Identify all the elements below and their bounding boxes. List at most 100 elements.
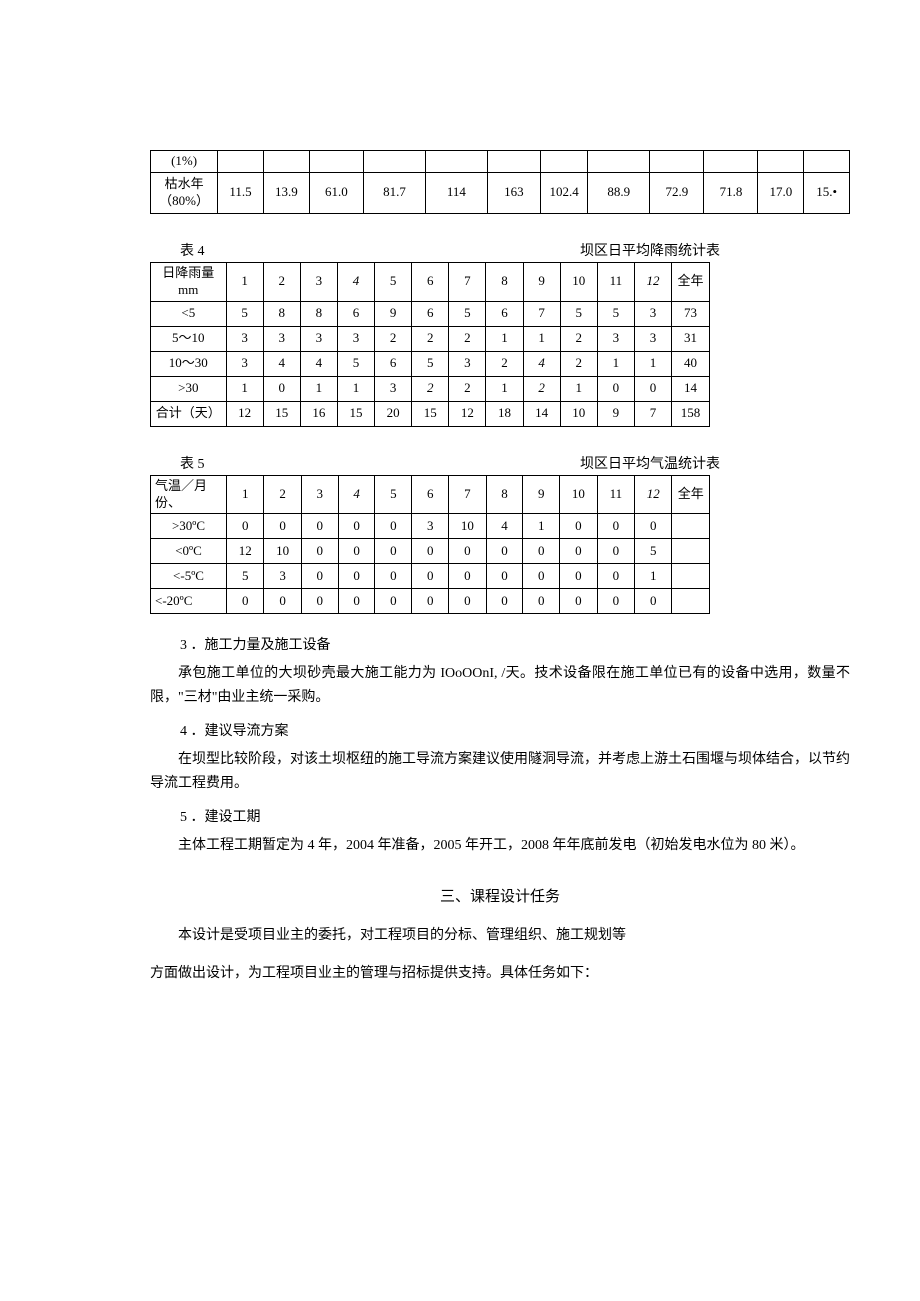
cell: 0	[301, 589, 338, 614]
cell: 5	[226, 301, 263, 326]
cell: 5	[560, 301, 597, 326]
cell: 1	[486, 376, 523, 401]
row-label: (1%)	[151, 151, 218, 173]
row-label: 枯水年（80%）	[151, 172, 218, 213]
cell: 16	[300, 401, 337, 426]
cell: 15	[412, 401, 449, 426]
header-label: 日降雨量mm	[151, 262, 227, 301]
row-label: 10～30	[151, 351, 227, 376]
cell: 5	[635, 539, 672, 564]
table-row: >30 10113221210014	[151, 376, 710, 401]
cell: 5	[412, 351, 449, 376]
cell: 81.7	[363, 172, 425, 213]
cell: 0	[338, 539, 375, 564]
month: 8	[486, 475, 523, 514]
cell: 0	[523, 589, 560, 614]
cell: 0	[597, 539, 634, 564]
cell	[804, 151, 850, 173]
cell: 0	[338, 589, 375, 614]
section-5-heading: 5 ．建设工期	[180, 806, 860, 826]
month: 8	[486, 262, 523, 301]
water-year-table: (1%) 枯水年（80%） 11.5 13.9 61.0 81.7 114 16…	[150, 150, 850, 214]
cell: 2	[486, 351, 523, 376]
cell: 8	[300, 301, 337, 326]
cell	[672, 564, 710, 589]
month: 2	[264, 475, 301, 514]
month: 9	[523, 475, 560, 514]
cell: 6	[486, 301, 523, 326]
cell: 0	[597, 376, 634, 401]
section-title: ．施工力量及施工设备	[191, 638, 331, 653]
cell: 0	[301, 514, 338, 539]
cell: 0	[264, 589, 301, 614]
cell: 8	[263, 301, 300, 326]
month: 全年	[672, 475, 710, 514]
table-header: 气温／月份、 1 2 3 4 5 6 7 8 9 10 11 12 全年	[151, 475, 710, 514]
row-label: <5	[151, 301, 227, 326]
section-4-body: 在坝型比较阶段，对该土坝枢纽的施工导流方案建议使用隧洞导流，并考虑上游土石围堰与…	[150, 748, 850, 796]
cell	[672, 539, 710, 564]
cell: 73	[672, 301, 710, 326]
section-4-heading: 4 ．建议导流方案	[180, 720, 860, 740]
section-5-body: 主体工程工期暂定为 4 年，2004 年准备，2005 年开工，2008 年年底…	[150, 834, 850, 858]
table-row: 枯水年（80%） 11.5 13.9 61.0 81.7 114 163 102…	[151, 172, 850, 213]
cell: 0	[338, 514, 375, 539]
cell	[263, 151, 309, 173]
cell: 0	[449, 589, 486, 614]
cell: 0	[634, 376, 671, 401]
cell: 0	[486, 564, 523, 589]
cell: 10	[560, 401, 597, 426]
cell: 0	[486, 539, 523, 564]
cell: 3	[226, 351, 263, 376]
cell: 4	[486, 514, 523, 539]
cell: 2	[412, 376, 449, 401]
section-num: 4	[180, 724, 187, 739]
cell: 0	[560, 589, 597, 614]
cell: 2	[560, 326, 597, 351]
cell: 88.9	[588, 172, 650, 213]
cell: 0	[301, 564, 338, 589]
cell	[541, 151, 588, 173]
cell: 1	[635, 564, 672, 589]
cell: 71.8	[704, 172, 758, 213]
month: 6	[412, 262, 449, 301]
table-row: 10～30 34456532421140	[151, 351, 710, 376]
cell: 1	[523, 514, 560, 539]
month: 全年	[672, 262, 710, 301]
cell: 0	[523, 564, 560, 589]
table-header: 日降雨量mm 1 2 3 4 5 6 7 8 9 10 11 12 全年	[151, 262, 710, 301]
cell: 0	[635, 514, 672, 539]
table-row: <0ºC 12100000000005	[151, 539, 710, 564]
task-p2: 方面做出设计，为工程项目业主的管理与招标提供支持。具体任务如下：	[150, 962, 850, 986]
table-row: <-5ºC 530000000001	[151, 564, 710, 589]
month: 11	[597, 262, 634, 301]
cell: 6	[337, 301, 374, 326]
cell: 2	[412, 326, 449, 351]
cell: 102.4	[541, 172, 588, 213]
cell: 5	[597, 301, 634, 326]
cell: 72.9	[650, 172, 704, 213]
table-row: <-20ºC 000000000000	[151, 589, 710, 614]
cell: 2	[449, 376, 486, 401]
cell	[426, 151, 488, 173]
cell: 3	[634, 326, 671, 351]
cell	[672, 589, 710, 614]
cell: 5	[226, 564, 263, 589]
cell: 4	[300, 351, 337, 376]
cell: 1	[226, 376, 263, 401]
task-title: 三、课程设计任务	[150, 885, 850, 906]
caption-left: 表 5	[180, 453, 205, 473]
month: 12	[635, 475, 672, 514]
cell: 11.5	[218, 172, 264, 213]
cell: 15	[263, 401, 300, 426]
cell: 1	[634, 351, 671, 376]
cell: 3	[264, 564, 301, 589]
cell: 4	[263, 351, 300, 376]
cell: 3	[449, 351, 486, 376]
cell	[363, 151, 425, 173]
cell	[218, 151, 264, 173]
cell: 2	[560, 351, 597, 376]
cell: 9	[375, 301, 412, 326]
caption-right: 坝区日平均气温统计表	[580, 453, 720, 473]
month: 2	[263, 262, 300, 301]
